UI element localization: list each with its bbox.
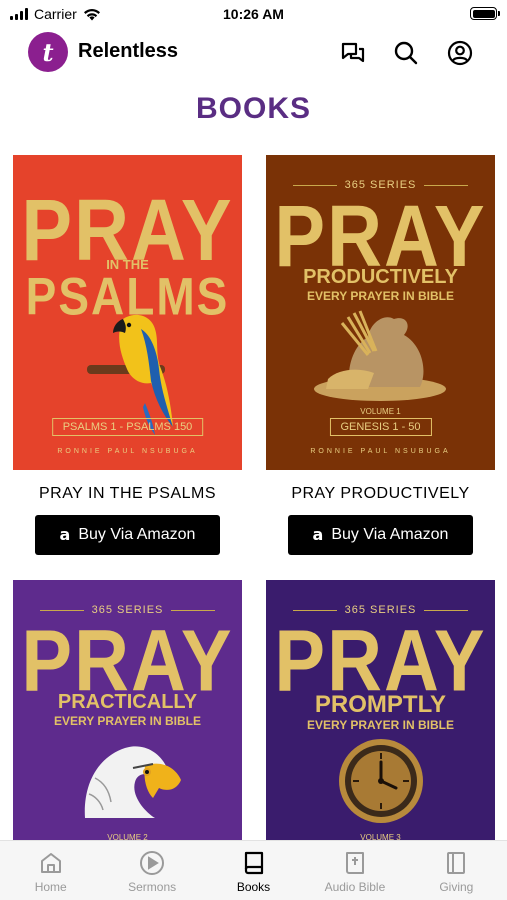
app-title: Relentless bbox=[78, 40, 179, 62]
status-bar: Carrier 10:26 AM bbox=[0, 0, 507, 28]
battery-icon bbox=[470, 7, 500, 20]
clock: 10:26 AM bbox=[223, 6, 284, 22]
book-title: PRAY IN THE PSALMS bbox=[38, 485, 217, 502]
search-icon[interactable] bbox=[391, 38, 421, 68]
cover-subtitle2: EVERY PRAYER IN BIBLE bbox=[307, 289, 454, 303]
giving-icon bbox=[447, 852, 466, 874]
amazon-icon: a bbox=[59, 524, 71, 544]
buy-button-label: Buy Via Amazon bbox=[78, 526, 196, 543]
page-title: BOOKS bbox=[195, 92, 311, 125]
cover-subtitle: PROMPTLY bbox=[314, 691, 447, 718]
tab-label: Home bbox=[34, 880, 67, 894]
tab-audio-bible[interactable]: Audio Bible bbox=[304, 841, 405, 900]
bible-icon bbox=[345, 852, 364, 874]
buy-button-label: Buy Via Amazon bbox=[331, 526, 449, 543]
profile-icon[interactable] bbox=[445, 38, 475, 68]
eagle-icon bbox=[84, 746, 181, 818]
bottom-tab-bar: Home Sermons Books Audio Bible Giving bbox=[0, 840, 507, 900]
tab-label: Giving bbox=[439, 880, 474, 894]
tab-home[interactable]: Home bbox=[0, 841, 101, 900]
book-title: PRAY PRODUCTIVELY bbox=[291, 485, 470, 502]
clock-icon bbox=[339, 739, 423, 823]
buy-amazon-button[interactable]: a Buy Via Amazon bbox=[288, 515, 473, 555]
amazon-icon: a bbox=[312, 524, 324, 544]
buy-amazon-button[interactable]: a Buy Via Amazon bbox=[35, 515, 220, 555]
tab-label: Sermons bbox=[128, 880, 177, 894]
grain-sack-icon bbox=[314, 310, 446, 401]
book-cover[interactable]: 365 SERIES PRAY PRODUCTIVELY EVERY PRAYE… bbox=[266, 155, 495, 470]
book-icon bbox=[244, 851, 263, 875]
tab-books[interactable]: Books bbox=[203, 841, 304, 900]
book-cover[interactable]: PRAY IN THE PSALMS PSALMS 1 - PSALMS 150… bbox=[13, 155, 242, 470]
cover-volume: VOLUME 1 bbox=[360, 407, 401, 416]
cover-author: RONNIE PAUL NSUBUGA bbox=[57, 448, 198, 455]
app-header: t Relentless bbox=[0, 30, 507, 76]
cover-subtitle2: EVERY PRAYER IN BIBLE bbox=[54, 714, 201, 728]
cover-range: GENESIS 1 - 50 bbox=[329, 418, 432, 436]
tab-label: Books bbox=[236, 880, 271, 894]
home-icon bbox=[40, 853, 61, 873]
app-logo[interactable]: t bbox=[28, 32, 68, 72]
cover-range: PSALMS 1 - PSALMS 150 bbox=[51, 418, 204, 436]
cover-subtitle: PRACTICALLY bbox=[57, 691, 198, 713]
cover-subtitle2: EVERY PRAYER IN BIBLE bbox=[307, 718, 454, 732]
play-circle-icon bbox=[140, 851, 165, 875]
tab-giving[interactable]: Giving bbox=[406, 841, 507, 900]
tab-label: Audio Bible bbox=[324, 880, 386, 894]
tab-sermons[interactable]: Sermons bbox=[101, 841, 202, 900]
cover-subtitle: PRODUCTIVELY bbox=[303, 266, 458, 288]
cover-author: RONNIE PAUL NSUBUGA bbox=[310, 448, 451, 455]
chat-icon[interactable] bbox=[338, 38, 368, 68]
